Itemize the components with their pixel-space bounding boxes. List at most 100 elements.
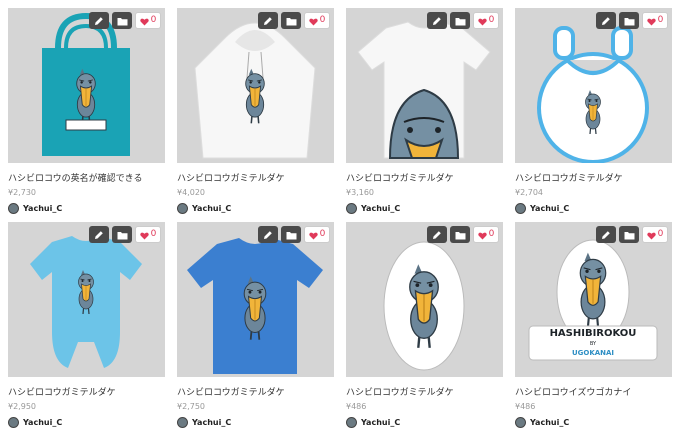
like-button[interactable]: 0 (135, 226, 161, 243)
product-card[interactable]: 0 ハシビロコウガミテルダケ ¥486 Yachui_C (346, 222, 503, 428)
edit-button[interactable] (596, 226, 616, 243)
edit-button[interactable] (89, 12, 109, 29)
product-title[interactable]: ハシビロコウガミテルダケ (515, 171, 672, 184)
product-title[interactable]: ハシビロコウの英名が確認できる (8, 171, 165, 184)
folder-button[interactable] (281, 12, 301, 29)
product-card[interactable]: 0 ハシビロコウの英名が確認できる ¥2,730 Yachui_C (8, 8, 165, 214)
folder-icon (286, 225, 297, 244)
product-thumbnail[interactable]: 0 (177, 8, 334, 163)
avatar[interactable] (8, 417, 19, 428)
product-image[interactable] (8, 222, 165, 377)
sticker-line2: BY (590, 341, 597, 347)
like-button[interactable]: 0 (473, 226, 499, 243)
avatar[interactable] (346, 203, 357, 214)
product-title[interactable]: ハシビロコウガミテルダケ (346, 171, 503, 184)
avatar[interactable] (346, 417, 357, 428)
product-price: ¥486 (346, 402, 367, 411)
product-thumbnail[interactable]: 0 (346, 222, 503, 377)
product-card[interactable]: 0 ハシビロコウガミテルダケ ¥2,704 Yachui_C (515, 8, 672, 214)
avatar[interactable] (177, 203, 188, 214)
like-button[interactable]: 0 (473, 12, 499, 29)
folder-icon (117, 11, 128, 30)
seller-info[interactable]: Yachui_C (177, 203, 334, 214)
like-count: 0 (488, 15, 495, 25)
folder-button[interactable] (450, 12, 470, 29)
product-price: ¥3,160 (346, 188, 374, 197)
product-image[interactable] (177, 8, 334, 163)
product-card[interactable]: 0 ハシビロコウガミテルダケ ¥4,020 Yachui_C (177, 8, 334, 214)
pencil-icon (94, 225, 104, 244)
product-title[interactable]: ハシビロコウイズウゴカナイ (515, 385, 672, 398)
avatar[interactable] (177, 417, 188, 428)
product-thumbnail[interactable]: 0 (8, 222, 165, 377)
seller-info[interactable]: Yachui_C (515, 203, 672, 214)
folder-button[interactable] (281, 226, 301, 243)
product-title[interactable]: ハシビロコウガミテルダケ (177, 385, 334, 398)
like-count: 0 (319, 15, 326, 25)
pencil-icon (263, 225, 273, 244)
edit-button[interactable] (427, 226, 447, 243)
like-button[interactable]: 0 (642, 226, 668, 243)
product-price: ¥2,750 (177, 402, 205, 411)
seller-info[interactable]: Yachui_C (346, 203, 503, 214)
pencil-icon (94, 11, 104, 30)
seller-info[interactable]: Yachui_C (8, 417, 165, 428)
edit-button[interactable] (89, 226, 109, 243)
folder-icon (286, 11, 297, 30)
like-button[interactable]: 0 (135, 12, 161, 29)
heart-icon (477, 11, 487, 30)
edit-button[interactable] (596, 12, 616, 29)
like-count: 0 (150, 229, 157, 239)
product-image[interactable] (346, 222, 503, 377)
avatar[interactable] (8, 203, 19, 214)
product-price: ¥2,950 (8, 402, 36, 411)
seller-info[interactable]: Yachui_C (177, 417, 334, 428)
product-thumbnail[interactable]: 0 (346, 8, 503, 163)
product-title[interactable]: ハシビロコウガミテルダケ (346, 385, 503, 398)
like-button[interactable]: 0 (304, 226, 330, 243)
product-title[interactable]: ハシビロコウガミテルダケ (177, 171, 334, 184)
folder-button[interactable] (112, 226, 132, 243)
seller-info[interactable]: Yachui_C (8, 203, 165, 214)
product-price: ¥2,730 (8, 188, 36, 197)
product-image[interactable] (8, 8, 165, 163)
product-image[interactable] (346, 8, 503, 163)
like-count: 0 (657, 229, 664, 239)
edit-button[interactable] (258, 226, 278, 243)
seller-name[interactable]: Yachui_C (361, 204, 400, 213)
product-thumbnail[interactable]: HASHIBIROKOU BY UGOKANAI 0 (515, 222, 672, 377)
seller-name[interactable]: Yachui_C (530, 204, 569, 213)
avatar[interactable] (515, 203, 526, 214)
product-thumbnail[interactable]: 0 (8, 8, 165, 163)
seller-name[interactable]: Yachui_C (192, 204, 231, 213)
like-button[interactable]: 0 (642, 12, 668, 29)
product-card[interactable]: 0 ハシビロコウガミテルダケ ¥3,160 Yachui_C (346, 8, 503, 214)
like-count: 0 (150, 15, 157, 25)
product-title[interactable]: ハシビロコウガミテルダケ (8, 385, 165, 398)
folder-button[interactable] (450, 226, 470, 243)
avatar[interactable] (515, 417, 526, 428)
folder-icon (117, 225, 128, 244)
product-card[interactable]: 0 ハシビロコウガミテルダケ ¥2,950 Yachui_C (8, 222, 165, 428)
folder-button[interactable] (619, 12, 639, 29)
edit-button[interactable] (258, 12, 278, 29)
product-image[interactable] (177, 222, 334, 377)
folder-button[interactable] (619, 226, 639, 243)
product-grid: 0 ハシビロコウの英名が確認できる ¥2,730 Yachui_C 0 ハシビロ… (0, 0, 680, 428)
seller-info[interactable]: Yachui_C (515, 417, 672, 428)
folder-button[interactable] (112, 12, 132, 29)
product-image[interactable] (515, 8, 672, 163)
card-actions: 0 (427, 226, 499, 243)
edit-button[interactable] (427, 12, 447, 29)
pencil-icon (263, 11, 273, 30)
product-card[interactable]: 0 ハシビロコウガミテルダケ ¥2,750 Yachui_C (177, 222, 334, 428)
product-image[interactable]: HASHIBIROKOU BY UGOKANAI (515, 222, 672, 377)
product-card[interactable]: HASHIBIROKOU BY UGOKANAI 0 ハシビロコウイズウゴカナイ… (515, 222, 672, 428)
seller-info[interactable]: Yachui_C (346, 417, 503, 428)
product-price: ¥4,020 (177, 188, 205, 197)
seller-name[interactable]: Yachui_C (23, 204, 62, 213)
product-thumbnail[interactable]: 0 (177, 222, 334, 377)
pencil-icon (432, 11, 442, 30)
product-thumbnail[interactable]: 0 (515, 8, 672, 163)
like-button[interactable]: 0 (304, 12, 330, 29)
